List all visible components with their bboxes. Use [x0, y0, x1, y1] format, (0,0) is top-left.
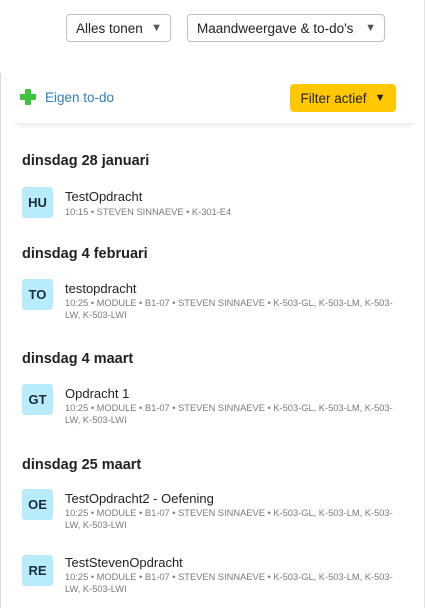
- day-header: dinsdag 4 februari: [22, 246, 148, 262]
- show-filter-select[interactable]: Alles tonen ▼: [66, 14, 171, 42]
- subject-badge: OE: [22, 489, 53, 520]
- filter-active-button[interactable]: Filter actief ▼: [290, 84, 396, 112]
- subject-badge: HU: [22, 187, 53, 218]
- item-meta: 10:25 • MODULE • B1-07 • STEVEN SINNAEVE…: [65, 403, 393, 425]
- item-title: TestStevenOpdracht: [65, 555, 183, 570]
- chevron-down-icon: ▼: [151, 22, 162, 34]
- item-title: TestOpdracht2 - Oefening: [65, 491, 214, 506]
- view-mode-select[interactable]: Maandweergave & to-do's ▼: [187, 14, 385, 42]
- add-own-todo-button[interactable]: Eigen to-do: [20, 89, 114, 105]
- caret-down-icon: ▼: [374, 92, 386, 104]
- plus-icon: [20, 89, 36, 105]
- day-header: dinsdag 25 maart: [22, 457, 142, 473]
- chevron-down-icon: ▼: [365, 22, 376, 34]
- show-filter-value: Alles tonen: [76, 20, 143, 36]
- item-title: Opdracht 1: [65, 386, 130, 401]
- item-title: TestOpdracht: [65, 189, 143, 204]
- item-title: testopdracht: [65, 281, 137, 296]
- item-meta: 10:25 • MODULE • B1-07 • STEVEN SINNAEVE…: [65, 572, 393, 594]
- day-header: dinsdag 28 januari: [22, 153, 150, 169]
- filter-bar: Alles tonen ▼ Maandweergave & to-do's ▼: [0, 14, 427, 42]
- day-header: dinsdag 4 maart: [22, 351, 134, 367]
- subject-badge: TO: [22, 279, 53, 310]
- actions-divider: [14, 118, 415, 124]
- subject-badge: RE: [22, 555, 53, 586]
- subject-badge: GT: [22, 384, 53, 415]
- item-meta: 10:25 • MODULE • B1-07 • STEVEN SINNAEVE…: [65, 508, 393, 530]
- item-meta: 10:25 • MODULE • B1-07 • STEVEN SINNAEVE…: [65, 298, 393, 320]
- add-own-todo-label: Eigen to-do: [45, 89, 115, 105]
- filter-active-label: Filter actief: [300, 90, 367, 106]
- view-mode-value: Maandweergave & to-do's: [197, 20, 354, 36]
- item-meta: 10:15 • STEVEN SINNAEVE • K-301-E4: [65, 207, 232, 217]
- panel-left-border: [0, 73, 1, 608]
- panel-right-border: [424, 0, 425, 608]
